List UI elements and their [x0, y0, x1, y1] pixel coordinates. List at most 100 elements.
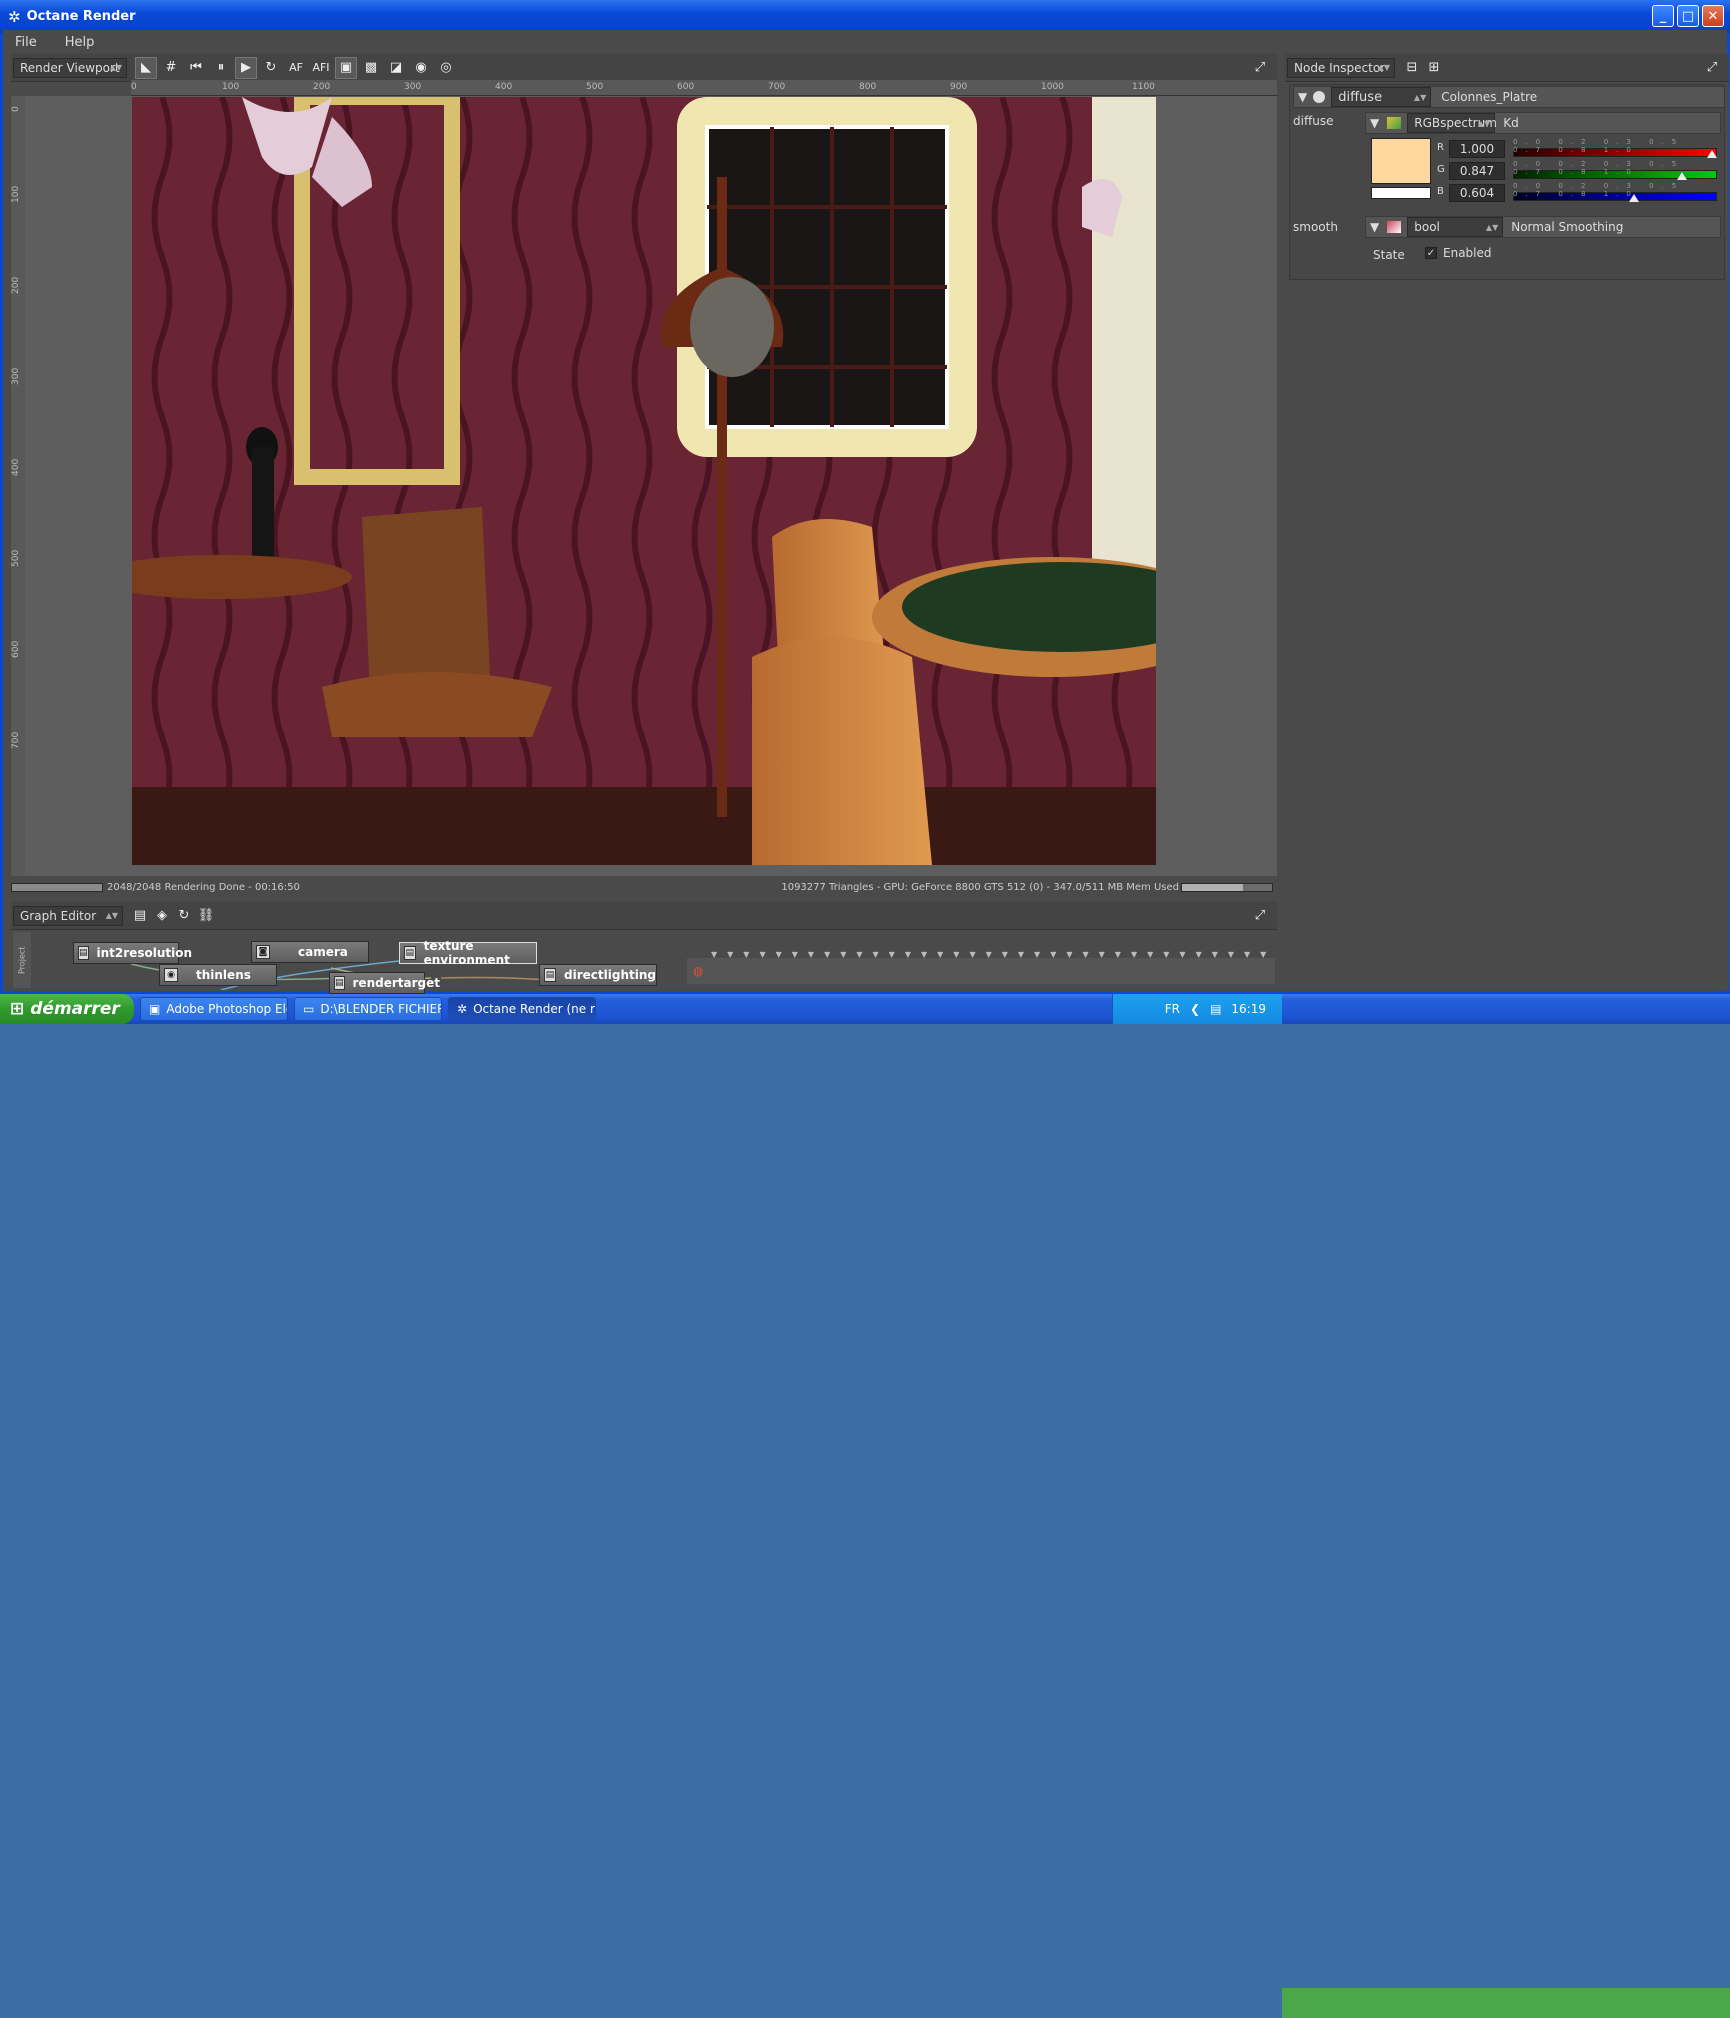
diffuse-node-row[interactable]: ▼ RGBspectrum ▲▼ Kd — [1365, 112, 1721, 134]
color-swatch-white — [1371, 187, 1431, 199]
smooth-type-select[interactable]: bool ▲▼ — [1407, 217, 1504, 237]
task-photoshop[interactable]: ▣ Adobe Photoshop Ele... — [140, 997, 288, 1021]
pause-icon[interactable]: ⏸ — [210, 57, 232, 79]
viewport-toolbar: Render Viewport ▲▼ ◣ # ⏮ ⏸ ▶ ↻ AF AFI ▣ ▩… — [11, 54, 1277, 82]
node-camera[interactable]: ◙ camera — [251, 941, 369, 963]
camera-icon: ◙ — [256, 945, 270, 959]
smooth-node-row[interactable]: ▼ bool ▲▼ Normal Smoothing — [1365, 216, 1721, 238]
maximize-viewport-icon[interactable]: ⤢ — [1249, 57, 1271, 79]
inspector-toolbar: Node Inspector ▲▼ ⊟ ⊞ ⤢ — [1285, 54, 1729, 82]
ruler-top-tick: 0 — [131, 82, 137, 92]
ruler-top-tick: 500 — [586, 82, 604, 92]
node-label: texture environment — [423, 939, 510, 967]
collapse-all-icon[interactable]: ⊟ — [1401, 57, 1423, 79]
node-tool-icon[interactable]: ◈ — [151, 905, 173, 927]
panel-selector-graph[interactable]: Graph Editor ▲▼ — [13, 905, 123, 926]
afi-button[interactable]: AFI — [310, 57, 332, 79]
region-icon[interactable]: ◪ — [385, 57, 407, 79]
bool-node-icon — [1387, 221, 1402, 233]
octane-window: ✲ Octane Render _ □ ✕ File Help Render V… — [0, 0, 1730, 994]
smooth-node-name: Normal Smoothing — [1511, 220, 1624, 234]
expand-all-icon[interactable]: ⊞ — [1423, 57, 1445, 79]
collapse-arrow-icon[interactable]: ▼ — [1298, 90, 1307, 104]
ruler-left-tick: 600 — [11, 640, 21, 658]
root-type-select[interactable]: diffuse ▲▼ — [1331, 87, 1432, 107]
af-button[interactable]: AF — [285, 57, 307, 79]
maximize-button[interactable]: □ — [1677, 5, 1699, 27]
ruler-top-tick: 800 — [859, 82, 877, 92]
refresh-icon[interactable]: ↻ — [260, 57, 282, 79]
ruler-top-tick: 700 — [768, 82, 786, 92]
r-value-field[interactable]: 1.000 — [1449, 140, 1505, 158]
select-arrow-icon[interactable]: ◣ — [135, 56, 157, 79]
r-label: R — [1437, 142, 1444, 153]
graph-editor: Graph Editor ▲▼ ▤ ◈ ↻ ⛓ ⤢ Project ▤ int2re… — [11, 902, 1277, 994]
b-value-field[interactable]: 0.604 — [1449, 184, 1505, 202]
octane-logo-icon: ✲ — [457, 1002, 468, 1016]
root-node-row[interactable]: ▼ diffuse ▲▼ Colonnes_Platre — [1293, 86, 1725, 108]
start-button[interactable]: ⊞ démarrer — [0, 994, 134, 1024]
link-icon[interactable]: ⛓ — [195, 905, 217, 927]
lock-camera-icon[interactable]: ◉ — [410, 57, 432, 79]
octane-logo-icon: ✲ — [8, 7, 21, 26]
ruler-left-tick: 400 — [11, 458, 21, 476]
ruler-left: 0 100 200 300 400 500 600 700 — [11, 96, 25, 876]
title-bar[interactable]: ✲ Octane Render _ □ ✕ — [0, 0, 1730, 33]
node-directlighting[interactable]: ▤ directlighting — [539, 964, 657, 986]
viewport-status-bar: 2048/2048 Rendering Done - 00:16:50 1093… — [11, 880, 1277, 896]
timeline-marker-icon: ◍ — [693, 964, 704, 978]
clock[interactable]: 16:19 — [1231, 1002, 1266, 1016]
b-label: B — [1437, 186, 1444, 197]
g-value-field[interactable]: 0.847 — [1449, 162, 1505, 180]
panel-selector-viewport[interactable]: Render Viewport ▲▼ — [13, 57, 127, 78]
maximize-graph-icon[interactable]: ⤢ — [1249, 905, 1271, 927]
ruler-left-tick: 700 — [11, 731, 21, 749]
tray-expand-icon[interactable]: ❮ — [1190, 1002, 1200, 1016]
minimize-button[interactable]: _ — [1652, 5, 1674, 27]
task-explorer[interactable]: ▭ D:\BLENDER FICHIER... — [294, 997, 442, 1021]
node-int2resolution[interactable]: ▤ int2resolution — [73, 942, 192, 964]
reload-icon[interactable]: ↻ — [173, 905, 195, 927]
r-slider-scale: 0.0 0.2 0.3 0.5 0.7 0.8 1.0 — [1513, 138, 1685, 154]
smooth-type: bool — [1414, 220, 1440, 234]
ruler-top-tick: 300 — [404, 82, 422, 92]
ruler-left-tick: 100 — [11, 185, 21, 203]
language-indicator[interactable]: FR — [1165, 1002, 1180, 1016]
render-scene — [132, 97, 1156, 865]
task-label: Octane Render (ne r... — [473, 1002, 596, 1016]
tray-app-icon[interactable]: ▤ — [1210, 1002, 1221, 1016]
add-node-icon[interactable]: ▤ — [129, 905, 151, 927]
color-swatch[interactable] — [1371, 138, 1431, 184]
window-title: Octane Render — [26, 9, 136, 24]
rgb-spectrum-icon — [1387, 117, 1402, 129]
node-thinlens[interactable]: ◉ thinlens — [159, 964, 277, 986]
ruler-top-tick: 100 — [222, 82, 240, 92]
checker-icon[interactable]: ▩ — [360, 57, 382, 79]
task-label: D:\BLENDER FICHIER... — [320, 1002, 441, 1016]
collapse-arrow-icon[interactable]: ▼ — [1370, 116, 1379, 130]
frame-icon[interactable]: ▣ — [335, 56, 357, 79]
task-octane[interactable]: ✲ Octane Render (ne r... — [448, 997, 596, 1021]
menu-help[interactable]: Help — [65, 35, 95, 50]
ruler-left-tick: 300 — [11, 367, 21, 385]
node-icon: ▤ — [78, 946, 89, 960]
timeline-strip[interactable]: ◍ ▼▼▼▼▼▼▼▼▼▼▼▼▼▼▼▼▼▼▼▼▼▼▼▼▼▼▼▼▼▼▼▼▼▼▼▼▼▼… — [687, 950, 1275, 984]
enabled-checkbox[interactable]: ✓ Enabled — [1425, 246, 1492, 260]
node-texture-environment[interactable]: ▤ texture environment — [399, 939, 537, 967]
maximize-inspector-icon[interactable]: ⤢ — [1701, 57, 1723, 79]
panel-selector-inspector[interactable]: Node Inspector ▲▼ — [1287, 57, 1395, 78]
pick-icon[interactable]: ◎ — [435, 57, 457, 79]
root-type: diffuse — [1338, 89, 1383, 105]
collapse-arrow-icon[interactable]: ▼ — [1370, 220, 1379, 234]
grid-icon[interactable]: # — [160, 57, 182, 79]
node-rendertarget[interactable]: ▤ rendertarget — [329, 972, 440, 994]
skip-back-icon[interactable]: ⏮ — [185, 57, 207, 79]
play-icon[interactable]: ▶ — [235, 56, 257, 79]
system-tray: FR ❮ ▤ 16:19 — [1112, 994, 1282, 1024]
menu-file[interactable]: File — [15, 35, 37, 50]
close-button[interactable]: ✕ — [1702, 5, 1724, 27]
ruler-top-tick: 400 — [495, 82, 513, 92]
ruler-left-tick: 500 — [11, 549, 21, 567]
taskbar-green-area — [1282, 1988, 1730, 2018]
diffuse-type-select[interactable]: RGBspectrum ▲▼ — [1407, 113, 1497, 133]
